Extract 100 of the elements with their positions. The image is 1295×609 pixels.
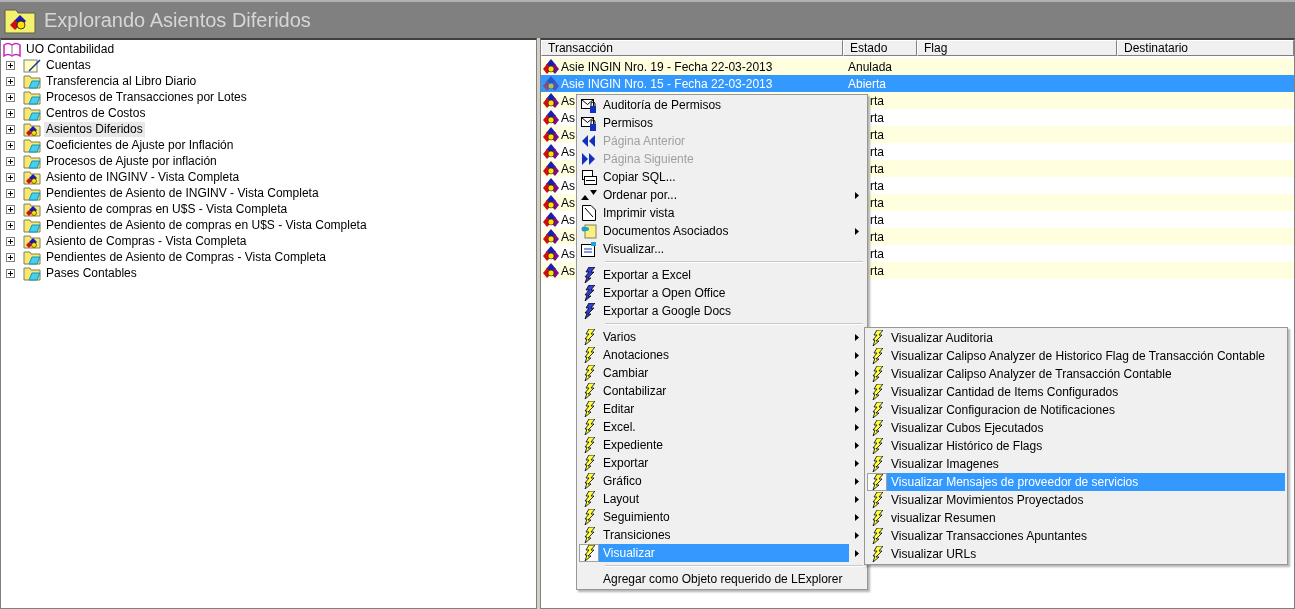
diamond-logo-icon [543,212,559,227]
tree-item[interactable]: Asiento de Compras - Vista Completa [44,233,249,249]
menu-item[interactable]: Visualizar Movimientos Proyectados [887,491,1285,509]
envelope-lock-icon [581,97,597,113]
lightning-icon [871,402,883,418]
menu-item[interactable]: Transiciones [599,526,849,544]
expand-icon[interactable] [6,76,15,86]
rewind-icon [582,135,596,147]
expand-icon[interactable] [6,268,15,278]
tree-item[interactable]: Pases Contables [44,265,139,281]
table-cell: Asie INGIN Nro. 19 - Fecha 22-03-2013 [561,59,773,74]
menu-item[interactable]: Cambiar [599,364,849,382]
tree-item[interactable]: Procesos de Transacciones por Lotes [44,89,249,105]
table-cell: rta [870,246,884,261]
menu-item[interactable]: Exportar a Google Docs [599,302,849,320]
column-header[interactable]: Transacción [541,40,843,56]
expand-icon[interactable] [6,92,15,102]
menu-item[interactable]: Contabilizar [599,382,849,400]
menu-item[interactable]: Visualizar Calipso Analyzer de Historico Flag de Transacción Contable [887,347,1285,365]
expand-icon[interactable] [6,204,15,214]
window-title: Explorando Asientos Diferidos [44,8,311,32]
menu-item[interactable]: Anotaciones [599,346,849,364]
menu-item[interactable]: Exportar a Open Office [599,284,849,302]
expand-icon[interactable] [6,220,15,230]
tree-item[interactable]: Pendientes de Asiento de compras en U$S - Vista Completa [44,217,369,233]
folder-logo-icon [23,121,41,137]
expand-icon[interactable] [6,156,15,166]
menu-item[interactable]: Gráfico [599,472,849,490]
tree-item[interactable]: Cuentas [44,57,93,73]
table-cell: As [561,110,575,125]
folder-icon [23,137,41,153]
expand-icon[interactable] [6,236,15,246]
diamond-logo-icon [543,110,559,125]
expand-icon[interactable] [6,140,15,150]
table-cell: rta [870,229,884,244]
expand-icon[interactable] [6,172,15,182]
diamond-logo-icon [543,144,559,159]
tree-item[interactable]: Coeficientes de Ajuste por Inflación [44,137,236,153]
menu-item[interactable]: Visualizar Calipso Analyzer de Transacción Contable [887,365,1285,383]
menu-item[interactable]: Visualizar Cubos Ejecutados [887,419,1285,437]
envelope-lock-icon [581,115,597,131]
tree-item[interactable]: Asiento de INGINV - Vista Completa [44,169,242,185]
submenu-arrow-icon [855,333,859,341]
table-cell: As [561,127,575,142]
tree-item[interactable]: Pendientes de Asiento de Compras - Vista Completa [44,249,328,265]
tree-item[interactable]: Asientos Diferidos [44,121,145,137]
menu-item[interactable]: Visualizar Configuracion de Notificaciones [887,401,1285,419]
lightning-icon [871,330,883,346]
notepad-icon [23,57,41,73]
submenu-arrow-icon [855,495,859,503]
tree-item[interactable]: Asiento de compras en U$S - Vista Completa [44,201,290,217]
lightning-icon [583,383,595,399]
lightning-icon [583,329,595,345]
menu-item[interactable]: Exportar [599,454,849,472]
tree-item[interactable]: Procesos de Ajuste por inflación [44,153,219,169]
folder-icon [23,89,41,105]
column-header[interactable]: Destinatario [1117,40,1294,56]
table-cell: rta [870,110,884,125]
menu-item[interactable]: Expediente [599,436,849,454]
submenu-arrow-icon [855,441,859,449]
tree-item[interactable]: UO Contabilidad [24,41,117,57]
table-row[interactable]: Asie INGIN Nro. 19 - Fecha 22-03-2013 Anulada [541,58,1294,75]
lightning-icon [871,384,883,400]
menu-item[interactable]: Visualizar Cantidad de Items Configurados [887,383,1285,401]
table-cell: As [561,93,575,108]
menu-item[interactable]: Editar [599,400,849,418]
menu-item[interactable]: visualizar Resumen [887,509,1285,527]
table-cell: rta [870,93,884,108]
table-cell: As [561,161,575,176]
folder-logo-icon [23,201,41,217]
expand-icon[interactable] [6,108,15,118]
expand-icon[interactable] [6,188,15,198]
column-header[interactable]: Estado [843,40,917,56]
lightning-icon [583,401,595,417]
menu-item[interactable]: Visualizar Auditoria [887,329,1285,347]
menu-item[interactable]: Seguimiento [599,508,849,526]
submenu-arrow-icon [855,191,859,199]
menu-item[interactable]: Varios [599,328,849,346]
menu-item[interactable]: Visualizar Imagenes [887,455,1285,473]
column-header[interactable]: Flag [917,40,1117,56]
menu-item[interactable]: Layout [599,490,849,508]
expand-icon[interactable] [6,252,15,262]
expand-icon[interactable] [6,124,15,134]
submenu-arrow-icon [855,369,859,377]
expand-icon[interactable] [6,60,15,70]
table-cell: Anulada [848,59,893,74]
folder-icon [23,153,41,169]
menu-item[interactable]: Agregar como Objeto requerido de LExplorer [599,570,849,588]
tree-item[interactable]: Centros de Costos [44,105,148,121]
menu-item[interactable]: Visualizar Histórico de Flags [887,437,1285,455]
menu-item[interactable]: Excel. [599,418,849,436]
tree-item[interactable]: Transferencia al Libro Diario [44,73,199,89]
diamond-logo-icon [543,263,559,278]
lightning-icon [583,509,595,525]
menu-item[interactable]: Visualizar Transacciones Apuntantes [887,527,1285,545]
folder-icon [23,217,41,233]
menu-item[interactable]: Visualizar URLs [887,545,1285,563]
diamond-logo-icon [543,161,559,176]
tree-item[interactable]: Pendientes de Asiento de INGINV - Vista Completa [44,185,321,201]
sort-icon [581,190,597,200]
